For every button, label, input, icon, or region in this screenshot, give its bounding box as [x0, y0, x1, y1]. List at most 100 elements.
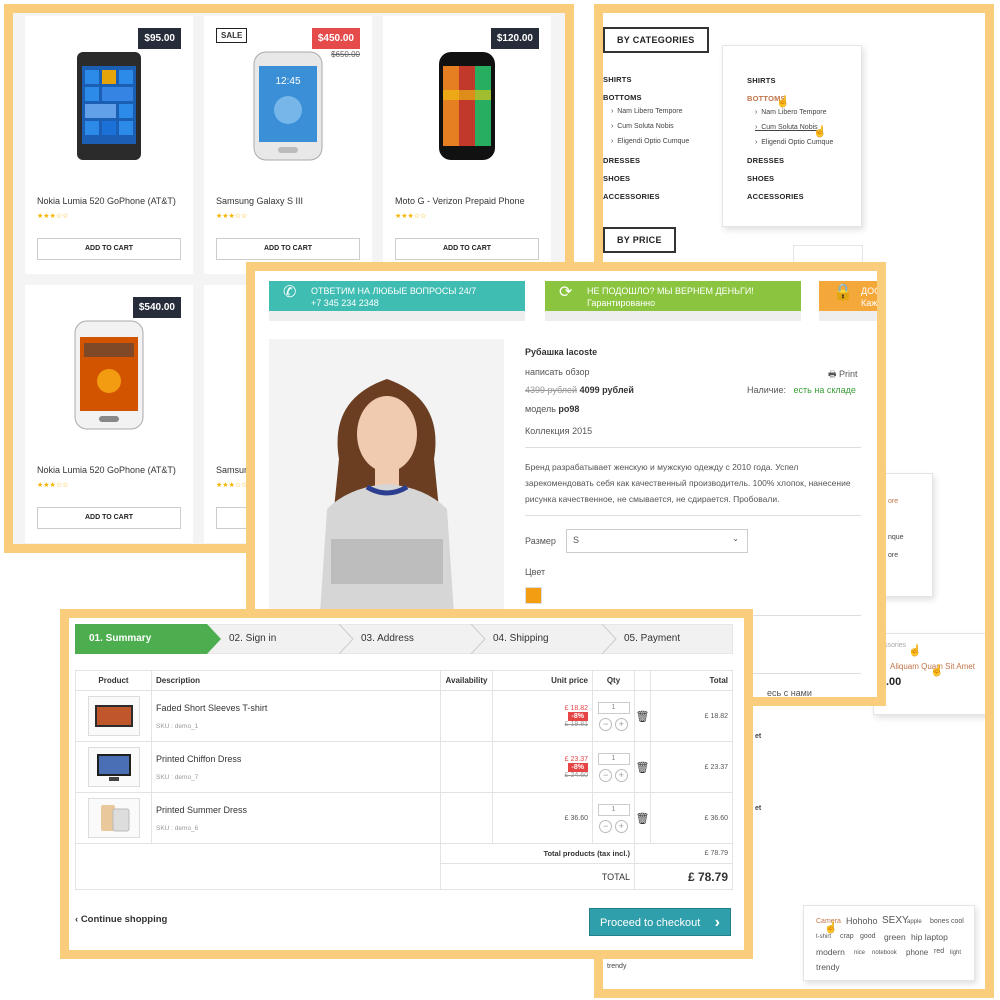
quantity-input[interactable]: 1	[597, 701, 630, 714]
popup-subcategory-eligendi[interactable]: › Eligendi Optio Cumque	[755, 139, 833, 146]
tag-hip-laptop[interactable]: hip laptop	[911, 932, 948, 942]
subcategory-cum-soluta[interactable]: › Cum Soluta Nobis	[611, 123, 674, 130]
color-swatch-orange[interactable]	[525, 587, 542, 604]
subtotal-row: Total products (tax incl.) £ 78.79	[75, 843, 733, 890]
rating-stars-icon: ★★★☆☆	[216, 213, 248, 220]
step-address[interactable]: 03. Address	[347, 624, 414, 654]
fragment-text: trendy	[607, 963, 627, 970]
tag-sexy[interactable]: SEXY	[882, 915, 909, 926]
phone-image	[74, 320, 144, 430]
tag-bones-cool[interactable]: bones cool	[930, 918, 964, 925]
old-price: 4399 рублей	[525, 385, 578, 395]
rating-stars-icon: ★★★☆☆	[395, 213, 427, 220]
popup-subcategory-cum-soluta[interactable]: › Cum Soluta Nobis	[755, 124, 818, 131]
continue-shopping-link[interactable]: ‹ Continue shopping	[75, 914, 167, 925]
tag-crap[interactable]: crap	[840, 933, 854, 940]
tag-nice[interactable]: nice	[854, 950, 865, 956]
quantity-input[interactable]: 1	[597, 803, 630, 816]
plus-icon[interactable]: +	[614, 717, 628, 731]
category-accessories[interactable]: ACCESSORIES	[603, 192, 660, 201]
add-to-cart-button[interactable]: ADD TO CART	[37, 238, 181, 260]
write-review-link[interactable]: написать обзор	[525, 367, 590, 377]
category-bottoms[interactable]: BOTTOMS	[603, 93, 642, 102]
tag-modern[interactable]: modern	[816, 947, 845, 957]
old-price: $650.00	[331, 50, 360, 59]
proceed-to-checkout-button[interactable]: Proceed to checkout ›	[589, 908, 731, 936]
subcategory-nam-libero[interactable]: › Nam Libero Tempore	[611, 108, 682, 115]
tag-tshirt[interactable]: t-shirt	[816, 934, 831, 940]
product-card[interactable]: $540.00 Nokia Lumia 520 GoPhone (AT&T) ★…	[25, 285, 193, 543]
tag-trendy[interactable]: trendy	[816, 962, 840, 972]
checkout-label: Proceed to checkout	[600, 917, 701, 929]
tag-light[interactable]: light	[950, 950, 961, 956]
subcategory-eligendi[interactable]: › Eligendi Optio Cumque	[611, 138, 689, 145]
color-label: Цвет	[525, 567, 546, 577]
popup-category-dresses[interactable]: DRESSES	[747, 156, 784, 165]
product-card[interactable]: $95.00 Nokia Lumia 520 GoPhone (AT&T) ★★…	[25, 16, 193, 274]
tag-green[interactable]: green	[884, 932, 906, 942]
print-button[interactable]: 🖶 Print	[828, 367, 858, 383]
tag-notebook[interactable]: notebook	[872, 950, 897, 956]
trash-icon[interactable]: 🗑	[634, 792, 651, 844]
discount-badge: -8%	[567, 711, 588, 721]
trash-icon[interactable]: 🗑	[634, 690, 651, 742]
popup-category-shoes[interactable]: SHOES	[747, 174, 774, 183]
fragment-text: ore	[888, 498, 899, 505]
product-name[interactable]: Printed Summer Dress	[156, 805, 440, 815]
product-name[interactable]: Samsung Galaxy S III	[216, 196, 303, 206]
plus-icon[interactable]: +	[614, 819, 628, 833]
fragment-text: ssories	[884, 642, 907, 649]
add-to-cart-button[interactable]: ADD TO CART	[216, 238, 360, 260]
price-tag: $95.00	[138, 28, 181, 49]
tag-hohoho[interactable]: Hohoho	[846, 916, 878, 926]
checkout-steps: 01. Summary 02. Sign in 03. Address 04. …	[75, 624, 733, 654]
plus-icon[interactable]: +	[614, 768, 628, 782]
tag-phone[interactable]: phone	[906, 948, 928, 957]
collection-value: 2015	[572, 426, 593, 436]
tag-red[interactable]: red	[934, 948, 944, 955]
product-thumbnail[interactable]	[87, 798, 140, 838]
price-tag: $450.00	[311, 28, 360, 49]
product-card[interactable]: SALE $450.00 $650.00 12:45 Samsung Galax…	[204, 16, 372, 274]
step-shipping[interactable]: 04. Shipping	[479, 624, 549, 654]
category-shoes[interactable]: SHOES	[603, 174, 630, 183]
add-to-cart-button[interactable]: ADD TO CART	[37, 507, 181, 529]
popup-subcategory-nam-libero[interactable]: › Nam Libero Tempore	[755, 109, 826, 116]
trash-icon[interactable]: 🗑	[634, 741, 651, 793]
discount-badge: -8%	[567, 762, 588, 772]
product-thumbnail[interactable]	[87, 696, 140, 736]
add-to-cart-button[interactable]: ADD TO CART	[395, 238, 539, 260]
availability-label: Наличие:	[747, 385, 787, 395]
product-name[interactable]: Nokia Lumia 520 GoPhone (AT&T)	[37, 196, 176, 206]
product-name[interactable]: Nokia Lumia 520 GoPhone (AT&T)	[37, 465, 176, 475]
sale-badge: SALE	[216, 28, 248, 43]
step-sign-in[interactable]: 02. Sign in	[215, 624, 276, 654]
minus-icon[interactable]: −	[599, 717, 613, 731]
step-payment[interactable]: 05. Payment	[610, 624, 680, 654]
minus-icon[interactable]: −	[599, 819, 613, 833]
cart-summary-panel: 01. Summary 02. Sign in 03. Address 04. …	[60, 609, 753, 959]
rating-stars-icon: ★★★☆☆	[37, 213, 69, 220]
minus-icon[interactable]: −	[599, 768, 613, 782]
fragment-text: nque	[888, 534, 904, 541]
product-name[interactable]: Moto G - Verizon Prepaid Phone	[395, 196, 525, 206]
product-name[interactable]: Faded Short Sleeves T-shirt	[156, 703, 440, 713]
hand-cursor-icon: ☝	[908, 645, 922, 657]
popup-category-accessories[interactable]: ACCESSORIES	[747, 192, 804, 201]
category-shirts[interactable]: SHIRTS	[603, 75, 632, 84]
tag-apple[interactable]: apple	[907, 919, 922, 925]
product-name[interactable]: Printed Chiffon Dress	[156, 754, 440, 764]
product-thumbnail[interactable]	[87, 747, 140, 787]
step-summary[interactable]: 01. Summary	[75, 624, 151, 654]
product-card[interactable]: $120.00 Moto G - Verizon Prepaid Phone ★…	[383, 16, 551, 274]
delivery-banner: 🔒 ДОС Каж	[819, 281, 877, 321]
hand-cursor-icon: ☝	[813, 126, 827, 138]
by-categories-title: BY CATEGORIES	[603, 27, 709, 53]
quantity-input[interactable]: 1	[597, 752, 630, 765]
refund-banner: ⟳ НЕ ПОДОШЛО? МЫ ВЕРНЕМ ДЕНЬГИ! Гарантир…	[545, 281, 801, 321]
size-select[interactable]: S ⌄	[566, 529, 748, 553]
popup-category-shirts[interactable]: SHIRTS	[747, 76, 776, 85]
tag-cloud-popup: Camera ☝ Hohoho SEXY apple bones cool t-…	[803, 905, 975, 981]
category-dresses[interactable]: DRESSES	[603, 156, 640, 165]
tag-good[interactable]: good	[860, 933, 876, 940]
